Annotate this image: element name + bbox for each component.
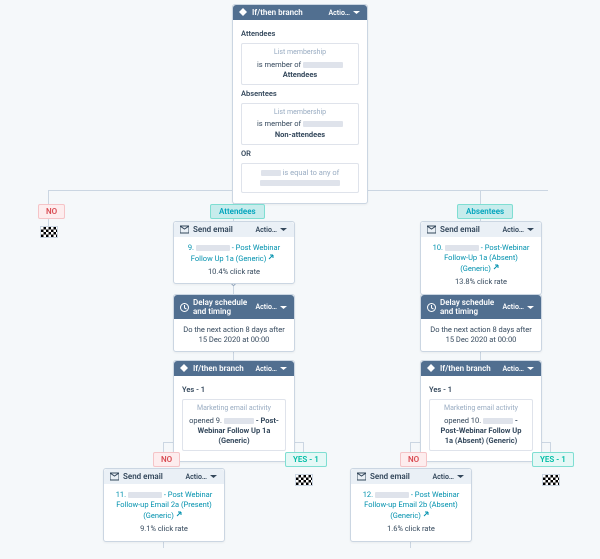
email-icon: [357, 472, 366, 481]
click-rate: 10.4% click rate: [182, 267, 286, 277]
send-email-attendees-1[interactable]: Send emailActio… 9. xxx - Post Webinar F…: [173, 221, 295, 284]
clock-icon: [427, 303, 436, 312]
ifthen-branch-attendees[interactable]: If/then branchActio… Yes - 1 Marketing e…: [173, 360, 295, 462]
chevron-down-icon: [456, 472, 465, 481]
section-absentees: Absentees: [241, 89, 359, 99]
external-link-icon: [268, 253, 277, 262]
actions-menu[interactable]: Actio…: [255, 364, 288, 373]
email-icon: [180, 225, 189, 234]
chevron-down-icon: [352, 8, 361, 17]
external-link-icon: [493, 263, 502, 272]
filter-card: Marketing email activityopened 10. xx - …: [429, 399, 533, 451]
external-link-icon: [423, 510, 432, 519]
finish-flag: [40, 226, 58, 238]
branch-pill-no-top[interactable]: NO: [38, 204, 65, 219]
branch-pill-no-abs[interactable]: NO: [400, 452, 427, 467]
delay-attendees[interactable]: Delay schedule and timingActio… Do the n…: [173, 294, 295, 352]
actions-menu[interactable]: Actio…: [502, 364, 535, 373]
chevron-down-icon: [526, 225, 535, 234]
chevron-down-icon: [209, 472, 218, 481]
ifthen-branch-absentees[interactable]: If/then branchActio… Yes - 1 Marketing e…: [420, 360, 542, 462]
click-rate: 9.1% click rate: [112, 524, 216, 534]
finish-flag: [295, 474, 313, 486]
branch-pill-yes-att[interactable]: YES - 1: [285, 452, 327, 467]
node-title: If/then branch: [252, 8, 303, 17]
external-link-icon: [176, 510, 185, 519]
send-email-absentees-1[interactable]: Send emailActio… 10. xxx - Post-Webinar …: [420, 221, 542, 295]
actions-menu[interactable]: Actio…: [255, 225, 288, 234]
chevron-down-icon: [279, 364, 288, 373]
chevron-down-icon: [526, 364, 535, 373]
actions-menu[interactable]: Actio…: [432, 472, 465, 481]
finish-flag: [542, 474, 560, 486]
filter-card: Marketing email activityopened 9. xx - P…: [182, 399, 286, 451]
filter-card-absentees: List membership is member of xxxx Non-at…: [241, 103, 359, 145]
email-link[interactable]: 9. xxx - Post Webinar Follow Up 1a (Gene…: [188, 243, 280, 263]
actions-menu[interactable]: Actio…: [328, 8, 361, 17]
email-link[interactable]: 11. xxx - Post Webinar Follow-up Email 2…: [116, 490, 213, 520]
ifthen-branch-top[interactable]: If/then branch Actio… Attendees List memb…: [232, 4, 368, 204]
actions-menu[interactable]: Actio…: [502, 303, 535, 312]
branch-label-absentees[interactable]: Absentees: [457, 204, 513, 219]
branch-pill-yes-abs[interactable]: YES - 1: [532, 452, 574, 467]
email-link[interactable]: 12. xxx - Post Webinar Follow-up Email 2…: [363, 490, 460, 520]
chevron-down-icon: [279, 303, 288, 312]
email-icon: [427, 225, 436, 234]
click-rate: 13.8% click rate: [429, 277, 533, 287]
email-icon: [110, 472, 119, 481]
actions-menu[interactable]: Actio…: [502, 225, 535, 234]
send-email-absentees-2[interactable]: Send emailActio… 12. xxx - Post Webinar …: [350, 468, 472, 542]
click-rate: 1.6% click rate: [359, 524, 463, 534]
branch-pill-no-att[interactable]: NO: [153, 452, 180, 467]
delay-absentees[interactable]: Delay schedule and timingActio… Do the n…: [420, 294, 542, 352]
actions-menu[interactable]: Actio…: [255, 303, 288, 312]
chevron-down-icon: [279, 225, 288, 234]
branch-icon: [180, 364, 189, 373]
filter-card-or: xx is equal to any of xxxxxxxx: [241, 163, 359, 193]
delay-text: Do the next action 8 days after 15 Dec 2…: [174, 319, 294, 351]
or-label: OR: [241, 149, 359, 159]
send-email-attendees-2[interactable]: Send emailActio… 11. xxx - Post Webinar …: [103, 468, 225, 542]
section-attendees: Attendees: [241, 29, 359, 39]
chevron-down-icon: [526, 303, 535, 312]
actions-menu[interactable]: Actio…: [185, 472, 218, 481]
email-link[interactable]: 10. xxx - Post-Webinar Follow-Up 1a (Abs…: [433, 243, 530, 273]
clock-icon: [180, 303, 189, 312]
delay-text: Do the next action 8 days after 15 Dec 2…: [421, 319, 541, 351]
branch-icon: [239, 8, 248, 17]
filter-card-attendees: List membership is member of xxxx Attend…: [241, 43, 359, 85]
branch-label-attendees[interactable]: Attendees: [210, 204, 265, 219]
branch-icon: [427, 364, 436, 373]
